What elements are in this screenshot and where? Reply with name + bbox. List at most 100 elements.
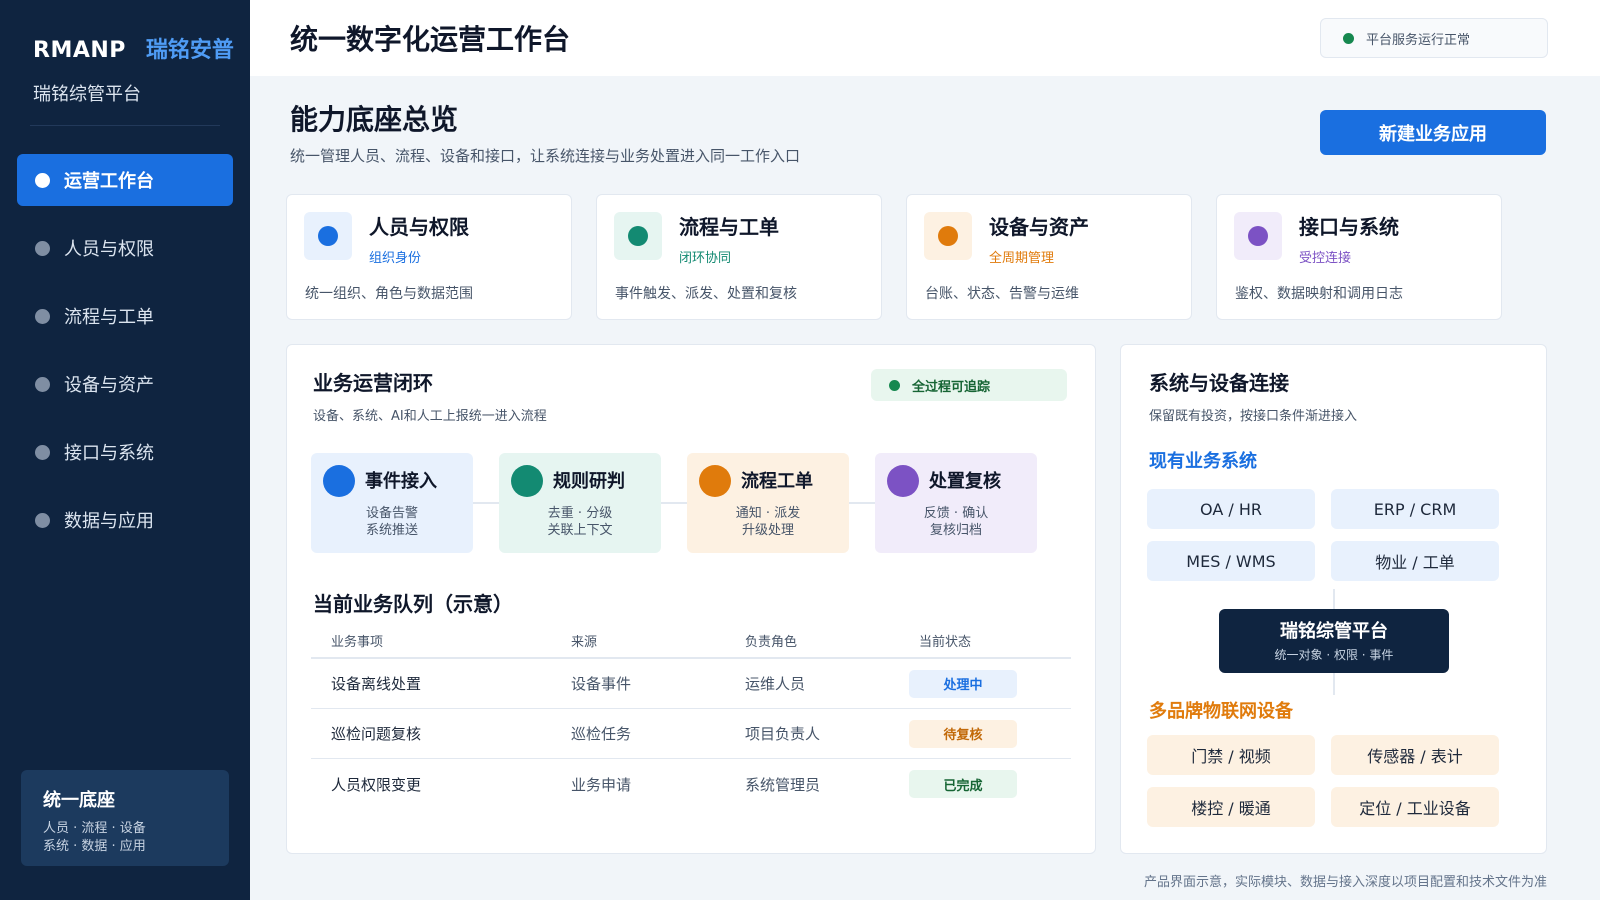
service-status-badge: 平台服务运行正常 [1320,18,1548,58]
sidebar-item-label: 流程与工单 [64,307,154,328]
platform-subtitle: 瑞铭综管平台 [33,84,141,105]
capability-card-title: 流程与工单 [679,215,779,239]
capability-card-desc: 统一组织、角色与数据范围 [305,286,473,302]
overview-subtitle: 统一管理人员、流程、设备和接口，让系统连接与业务处置进入同一工作入口 [290,147,801,165]
brand-name-cn: 瑞铭安普 [145,38,234,63]
bullet-icon [35,444,50,460]
status-badge: 已完成 [909,770,1017,798]
capability-card-tag: 组织身份 [369,251,422,266]
device-chip-sensor[interactable]: 传感器 / 表计 [1331,735,1499,775]
footnote: 产品界面示意，实际模块、数据与接入深度以项目配置和技术文件为准 [1143,875,1547,890]
capability-card-title: 设备与资产 [989,215,1089,239]
capability-card-title: 人员与权限 [369,215,469,239]
step-desc: 反馈 · 确认 复核归档 [923,506,989,538]
capability-card-interfaces[interactable]: 接口与系统 受控连接 鉴权、数据映射和调用日志 [1216,194,1502,320]
existing-systems-title: 现有业务系统 [1149,451,1257,472]
step-desc: 去重 · 分级 关联上下文 [547,506,613,538]
people-icon [304,212,352,260]
workflow-icon [614,212,662,260]
sidebar-item-people[interactable]: 人员与权限 [17,222,233,274]
queue-role: 项目负责人 [745,725,821,743]
foundation-card-line: 系统 · 数据 · 应用 [43,839,146,854]
step-icon [511,465,543,497]
iot-devices-title: 多品牌物联网设备 [1149,701,1293,722]
sidebar-divider [30,125,220,126]
sidebar-item-workbench[interactable]: 运营工作台 [17,154,233,206]
traceable-badge-text: 全过程可追踪 [912,379,991,395]
sidebar-item-interfaces[interactable]: 接口与系统 [17,426,233,478]
capability-card-workflow[interactable]: 流程与工单 闭环协同 事件触发、派发、处置和复核 [596,194,882,320]
capability-card-title: 接口与系统 [1299,215,1399,239]
queue-table-header: 业务事项 来源 负责角色 当前状态 [311,621,1071,659]
foundation-card: 统一底座 人员 · 流程 · 设备 系统 · 数据 · 应用 [21,770,229,866]
sidebar-item-devices[interactable]: 设备与资产 [17,358,233,410]
sidebar: RMANP 瑞铭安普 瑞铭综管平台 运营工作台 人员与权限 流程与工单 设备与资… [0,0,250,900]
bullet-icon [35,240,50,256]
connection-title: 系统与设备连接 [1149,371,1289,395]
brand-name-en: RMANP [33,38,126,63]
platform-hub[interactable]: 瑞铭综管平台 统一对象 · 权限 · 事件 [1219,609,1449,673]
queue-source: 业务申请 [571,775,632,794]
sidebar-item-label: 数据与应用 [64,511,154,532]
column-header: 负责角色 [745,634,798,650]
sidebar-item-label: 接口与系统 [64,443,154,464]
flow-step-workorder: 流程工单 通知 · 派发 升级处理 [687,453,849,553]
connection-subtitle: 保留既有投资，按接口条件渐进接入 [1149,409,1358,424]
connection-panel: 系统与设备连接 保留既有投资，按接口条件渐进接入 现有业务系统 OA / HR … [1120,344,1547,854]
step-title: 处置复核 [929,471,1001,492]
connector-line [1333,589,1335,609]
step-desc: 通知 · 派发 升级处理 [735,506,801,538]
table-row[interactable]: 巡检问题复核 巡检任务 项目负责人 待复核 [311,709,1071,759]
device-icon [924,212,972,260]
sidebar-item-label: 人员与权限 [64,239,154,260]
table-row[interactable]: 设备离线处置 设备事件 运维人员 处理中 [311,659,1071,709]
capability-card-people[interactable]: 人员与权限 组织身份 统一组织、角色与数据范围 [286,194,572,320]
status-dot-icon [889,379,900,391]
capability-card-tag: 受控连接 [1299,251,1352,266]
platform-hub-subtitle: 统一对象 · 权限 · 事件 [1274,648,1394,662]
capability-card-desc: 事件触发、派发、处置和复核 [615,286,797,302]
sidebar-item-workflow[interactable]: 流程与工单 [17,290,233,342]
queue-item: 人员权限变更 [331,775,422,794]
system-chip-property[interactable]: 物业 / 工单 [1331,541,1499,581]
device-chip-access[interactable]: 门禁 / 视频 [1147,735,1315,775]
new-app-button[interactable]: 新建业务应用 [1320,110,1546,155]
capability-card-tag: 全周期管理 [989,251,1055,266]
bullet-icon [35,512,50,528]
step-icon [887,465,919,497]
status-dot-icon [1343,32,1354,44]
system-chip-oa[interactable]: OA / HR [1147,489,1315,529]
step-desc: 设备告警 系统推送 [365,506,418,538]
interface-icon [1234,212,1282,260]
system-chip-mes[interactable]: MES / WMS [1147,541,1315,581]
bullet-icon [35,172,50,188]
queue-source: 巡检任务 [571,725,632,743]
connector-line [1333,673,1335,695]
traceable-badge: 全过程可追踪 [871,369,1067,401]
step-title: 事件接入 [365,471,437,492]
status-badge: 待复核 [909,719,1017,748]
system-chip-erp[interactable]: ERP / CRM [1331,489,1499,529]
step-icon [699,465,731,497]
device-chip-hvac[interactable]: 楼控 / 暖通 [1147,787,1315,827]
brand-logo: RMANP 瑞铭安普 [33,32,234,64]
sidebar-nav: 运营工作台 人员与权限 流程与工单 设备与资产 接口与系统 数据与应用 [17,154,233,562]
queue-role: 运维人员 [745,675,806,693]
sidebar-item-label: 设备与资产 [64,375,154,396]
column-header: 来源 [571,634,598,650]
table-row[interactable]: 人员权限变更 业务申请 系统管理员 已完成 [311,759,1071,809]
capability-card-desc: 鉴权、数据映射和调用日志 [1235,286,1403,302]
service-status-text: 平台服务运行正常 [1366,32,1471,48]
queue-role: 系统管理员 [745,775,821,794]
capability-card-devices[interactable]: 设备与资产 全周期管理 台账、状态、告警与运维 [906,194,1192,320]
business-loop-title: 业务运营闭环 [313,371,433,395]
bullet-icon [35,376,50,392]
capability-card-desc: 台账、状态、告警与运维 [925,286,1079,302]
queue-item: 巡检问题复核 [331,725,422,743]
overview-title: 能力底座总览 [290,103,459,136]
bullet-icon [35,308,50,324]
business-loop-panel: 业务运营闭环 设备、系统、AI和人工上报统一进入流程 全过程可追踪 事件接入 设… [286,344,1096,854]
sidebar-item-data[interactable]: 数据与应用 [17,494,233,546]
device-chip-location[interactable]: 定位 / 工业设备 [1331,787,1499,827]
flow-step-intake: 事件接入 设备告警 系统推送 [311,453,473,553]
